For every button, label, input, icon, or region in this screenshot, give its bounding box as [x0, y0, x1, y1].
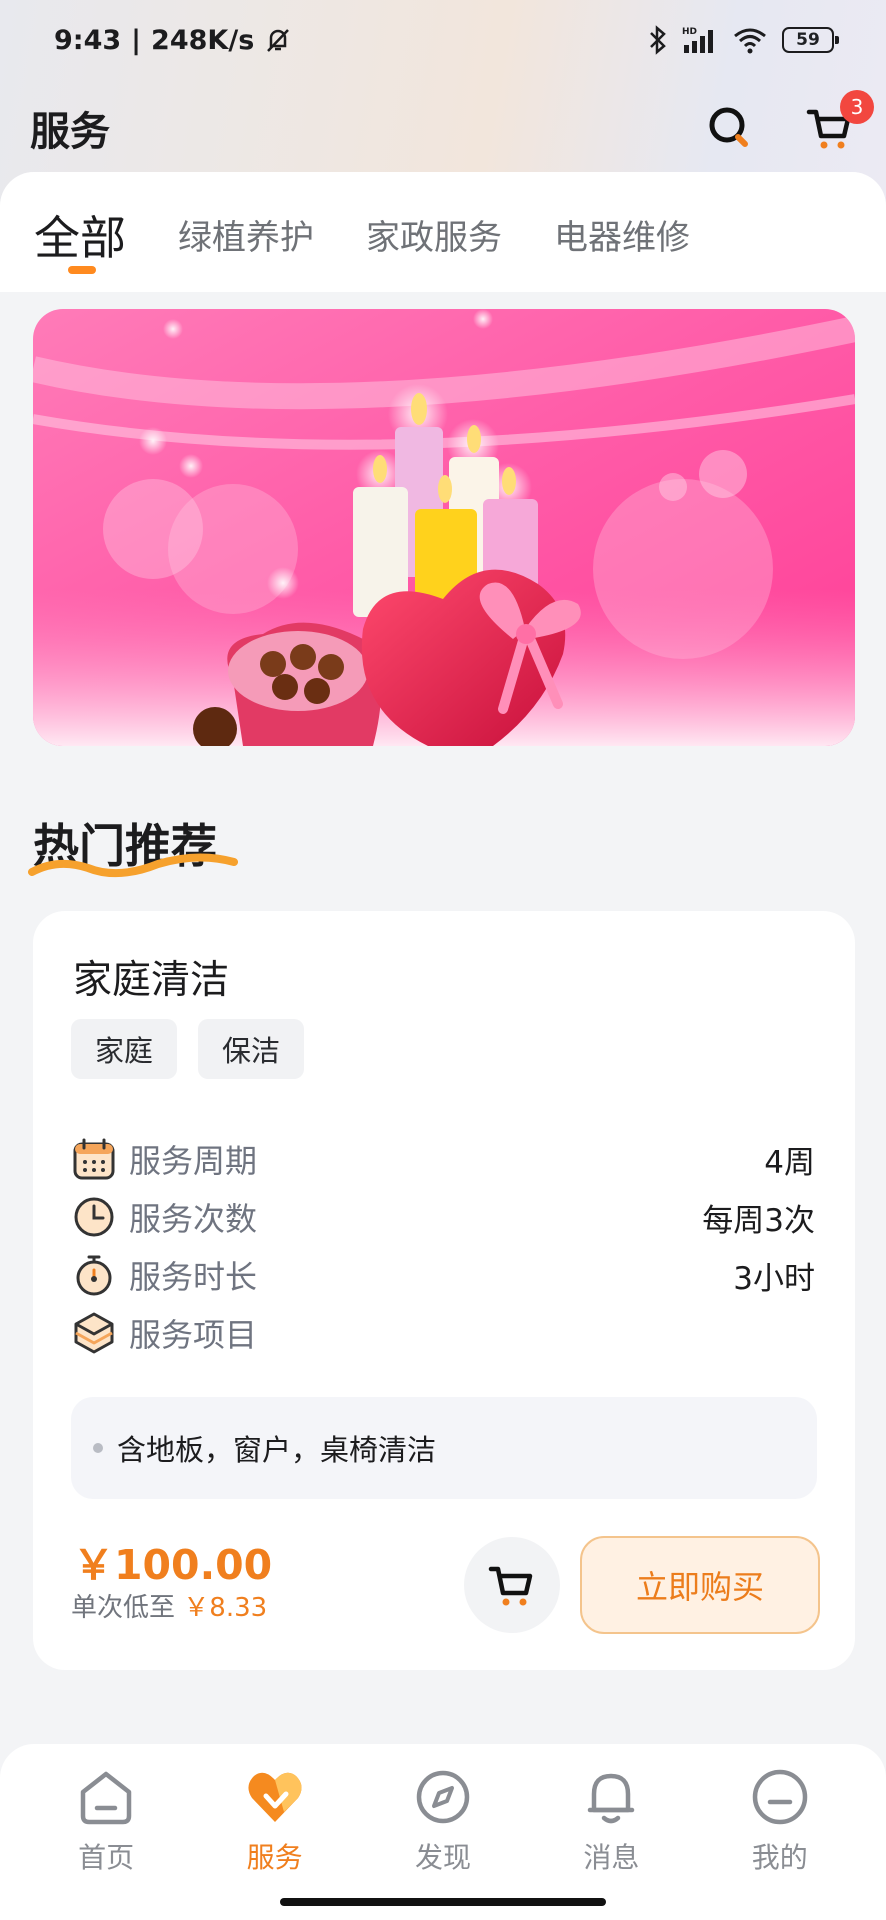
add-to-cart-button[interactable] [464, 1537, 560, 1633]
nav-item-home[interactable]: 首页 [36, 1766, 176, 1920]
status-time: 9:43 [54, 24, 122, 56]
wifi-icon [734, 28, 766, 54]
tab-plant-care[interactable]: 绿植养护 [178, 202, 314, 259]
banner-image [33, 309, 855, 746]
bell-icon [588, 1773, 635, 1824]
search-button[interactable] [704, 102, 756, 154]
spec-row-items: 服务项目 [71, 1308, 815, 1358]
spec-row-duration: 服务时长 3小时 [71, 1250, 815, 1300]
service-description: 含地板，窗户，桌椅清洁 [117, 1433, 437, 1467]
home-icon [80, 1771, 132, 1825]
category-tabs: 全部 绿植养护 家政服务 电器维修 [0, 172, 886, 292]
status-separator: | [131, 24, 142, 56]
nav-label: 首页 [78, 1841, 135, 1874]
page-title: 服务 [30, 109, 110, 155]
spec-label: 服务项目 [129, 1316, 258, 1354]
header-actions: 3 [704, 90, 874, 154]
spec-row-period: 服务周期 4周 [71, 1134, 815, 1184]
stopwatch-icon [76, 1255, 112, 1296]
unit-price: 单次低至 ￥8.33 [71, 1587, 267, 1624]
cart-button[interactable]: 3 [804, 90, 874, 154]
nav-item-discover[interactable]: 发现 [373, 1766, 513, 1920]
bluetooth-icon [650, 25, 666, 55]
spec-value: 3小时 [733, 1260, 815, 1297]
tab-housekeeping[interactable]: 家政服务 [366, 202, 502, 259]
product-title: 家庭清洁 [73, 958, 230, 1003]
section-title-underline [28, 853, 238, 878]
nav-item-service[interactable]: 服务 [205, 1766, 345, 1920]
profile-icon [752, 1769, 807, 1825]
status-network-speed: 248K/s [151, 24, 255, 56]
nav-label: 我的 [751, 1841, 808, 1874]
home-indicator[interactable] [280, 1898, 606, 1906]
status-bar: 9:43 | 248K/s HD 59 [0, 0, 886, 80]
svg-text:HD: HD [682, 27, 697, 37]
product-price: ￥100.00 [73, 1541, 273, 1589]
cart-badge: 3 [840, 90, 874, 124]
spec-label: 服务次数 [129, 1200, 258, 1238]
status-right: HD 59 [648, 25, 839, 55]
spec-label: 服务时长 [129, 1258, 258, 1296]
buy-now-button[interactable]: 立即购买 [580, 1536, 820, 1634]
bullet-dot [93, 1443, 103, 1453]
promo-banner[interactable] [33, 309, 855, 746]
spec-value: 4周 [764, 1144, 815, 1181]
battery-icon: 59 [782, 27, 839, 53]
battery-level: 59 [796, 30, 820, 50]
app-header: 服务 3 [0, 80, 886, 176]
unit-price-label: 单次低至 [71, 1593, 176, 1623]
product-tag: 家庭 [71, 1019, 178, 1079]
mute-bell-icon [267, 29, 290, 52]
nav-label: 消息 [583, 1841, 640, 1874]
service-heart-icon [248, 1772, 302, 1822]
spec-value: 每周3次 [702, 1202, 815, 1239]
bottom-navigation: 首页 服务 发现 消息 我的 [0, 1744, 886, 1920]
nav-label: 发现 [414, 1841, 471, 1874]
spec-label: 服务周期 [129, 1142, 258, 1180]
tab-appliance-repair[interactable]: 电器维修 [554, 202, 690, 259]
service-description-box: 含地板，窗户，桌椅清洁 [71, 1397, 817, 1499]
product-card[interactable]: 家庭清洁 家庭 保洁 服务周期 4周 服务次数 每周3次 服务时长 3小时 服务… [33, 911, 855, 1670]
clock-icon [74, 1197, 114, 1237]
box-layers-icon [74, 1312, 114, 1354]
unit-price-value: ￥8.33 [183, 1593, 268, 1623]
compass-icon [416, 1770, 470, 1824]
cart-icon [488, 1566, 533, 1606]
hd-signal-icon: HD [682, 27, 713, 53]
search-icon [709, 107, 748, 147]
nav-label: 服务 [246, 1841, 303, 1874]
spec-row-frequency: 服务次数 每周3次 [71, 1192, 815, 1242]
calendar-icon [73, 1138, 115, 1180]
nav-item-messages[interactable]: 消息 [541, 1766, 681, 1920]
tab-all[interactable]: 全部 [34, 202, 126, 274]
product-tag: 保洁 [198, 1019, 305, 1079]
status-left: 9:43 | 248K/s [54, 25, 292, 56]
nav-item-profile[interactable]: 我的 [710, 1766, 850, 1920]
